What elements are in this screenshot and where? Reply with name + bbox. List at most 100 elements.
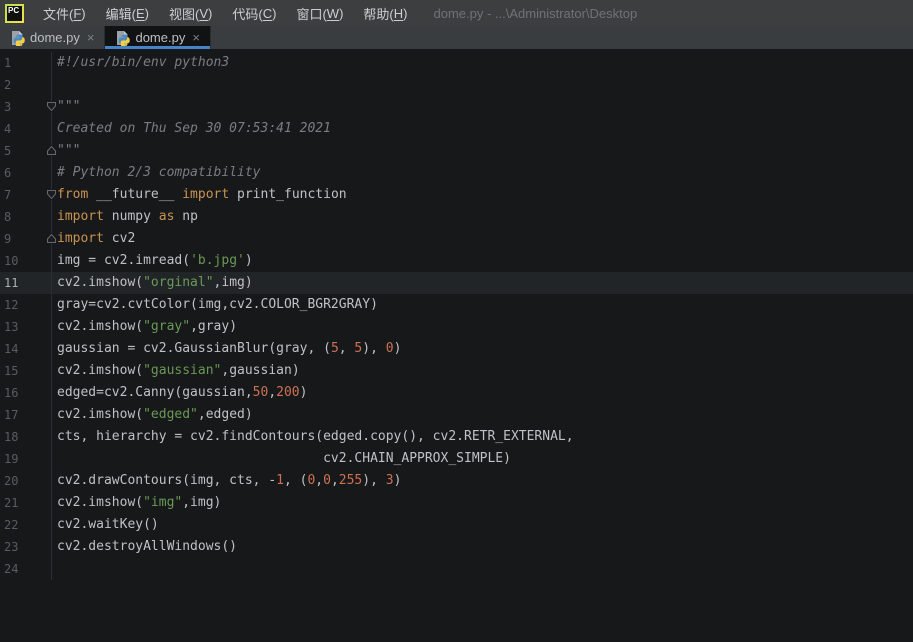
code-text-22: cv2.waitKey() [52,514,159,536]
code-text-18: cts, hierarchy = cv2.findContours(edged.… [52,426,574,448]
gutter-1[interactable]: 1 [0,52,52,74]
code-line-17[interactable]: 17 cv2.imshow("edged",edged) [0,404,913,426]
gutter-12[interactable]: 12 [0,294,52,316]
code-line-13[interactable]: 13cv2.imshow("gray",gray) [0,316,913,338]
line-number-18: 18 [0,430,18,444]
menu-file[interactable]: 文件(F) [33,0,96,26]
code-text-19: cv2.CHAIN_APPROX_SIMPLE) [52,448,511,470]
code-line-22[interactable]: 22cv2.waitKey() [0,514,913,536]
line-number-8: 8 [0,210,11,224]
gutter-6[interactable]: 6 [0,162,52,184]
gutter-10[interactable]: 10 [0,250,52,272]
tab-close-icon[interactable]: × [85,31,97,44]
code-line-19[interactable]: 19 cv2.CHAIN_APPROX_SIMPLE) [0,448,913,470]
code-line-9[interactable]: 9 import cv2 [0,228,913,250]
line-number-21: 21 [0,496,18,510]
pycharm-logo-text: PC [7,6,22,21]
line-number-1: 1 [0,56,11,70]
gutter-11[interactable]: 11 [0,272,52,294]
line-number-14: 14 [0,342,18,356]
gutter-9[interactable]: 9 [0,228,52,250]
gutter-7[interactable]: 7 [0,184,52,206]
code-text-11: cv2.imshow("orginal",img) [52,272,253,294]
line-number-24: 24 [0,562,18,576]
fold-end-icon[interactable] [46,233,57,244]
title-bar: PC 文件(F)编辑(E)视图(V)代码(C)窗口(W)帮助(H) dome.p… [0,0,913,26]
code-editor[interactable]: 1 #!/usr/bin/env python323 """4Created on… [0,49,913,642]
menu-help[interactable]: 帮助(H) [353,0,417,26]
code-line-21[interactable]: 21 cv2.imshow("img",img) [0,492,913,514]
code-line-1[interactable]: 1 #!/usr/bin/env python3 [0,52,913,74]
gutter-21[interactable]: 21 [0,492,52,514]
fold-start-icon[interactable] [46,101,57,112]
gutter-2[interactable]: 2 [0,74,52,96]
fold-end-icon[interactable] [46,145,57,156]
menu-view[interactable]: 视图(V) [159,0,222,26]
gutter-17[interactable]: 17 [0,404,52,426]
line-number-17: 17 [0,408,18,422]
line-number-5: 5 [0,144,11,158]
pycharm-logo-icon: PC [5,4,24,23]
gutter-23[interactable]: 23 [0,536,52,558]
code-line-12[interactable]: 12gray=cv2.cvtColor(img,cv2.COLOR_BGR2GR… [0,294,913,316]
editor-tab-2[interactable]: dome.py × [105,26,210,49]
code-text-21: cv2.imshow("img",img) [52,492,221,514]
gutter-4[interactable]: 4 [0,118,52,140]
code-text-15: cv2.imshow("gaussian",gaussian) [52,360,300,382]
line-number-3: 3 [0,100,11,114]
code-text-23: cv2.destroyAllWindows() [52,536,237,558]
gutter-18[interactable]: 18 [0,426,52,448]
gutter-16[interactable]: 16 [0,382,52,404]
gutter-15[interactable]: 15 [0,360,52,382]
gutter-20[interactable]: 20 [0,470,52,492]
code-line-2[interactable]: 2 [0,74,913,96]
menu-code[interactable]: 代码(C) [222,0,286,26]
menu-bar: 文件(F)编辑(E)视图(V)代码(C)窗口(W)帮助(H) [33,0,417,26]
code-line-7[interactable]: 7 from __future__ import print_function [0,184,913,206]
code-text-17: cv2.imshow("edged",edged) [52,404,253,426]
code-line-15[interactable]: 15 cv2.imshow("gaussian",gaussian) [0,360,913,382]
gutter-22[interactable]: 22 [0,514,52,536]
python-file-icon [9,30,25,46]
line-number-16: 16 [0,386,18,400]
editor-tab-bar: dome.py × dome.py × [0,26,913,49]
code-line-23[interactable]: 23cv2.destroyAllWindows() [0,536,913,558]
code-line-18[interactable]: 18 cts, hierarchy = cv2.findContours(edge… [0,426,913,448]
editor-tab-1[interactable]: dome.py × [0,26,105,49]
gutter-24[interactable]: 24 [0,558,52,580]
code-line-11[interactable]: 11 cv2.imshow("orginal",img) [0,272,913,294]
code-line-20[interactable]: 20cv2.drawContours(img, cts, -1, (0,0,25… [0,470,913,492]
python-file-icon [114,30,130,46]
code-line-24[interactable]: 24 [0,558,913,580]
code-line-8[interactable]: 8 import numpy as np [0,206,913,228]
code-line-5[interactable]: 5 """ [0,140,913,162]
gutter-14[interactable]: 14 [0,338,52,360]
code-line-6[interactable]: 6# Python 2/3 compatibility [0,162,913,184]
code-line-3[interactable]: 3 """ [0,96,913,118]
gutter-19[interactable]: 19 [0,448,52,470]
code-text-8: import numpy as np [52,206,198,228]
line-number-11: 11 [0,276,18,290]
tab-label: dome.py [135,30,185,45]
gutter-8[interactable]: 8 [0,206,52,228]
gutter-5[interactable]: 5 [0,140,52,162]
line-number-7: 7 [0,188,11,202]
fold-start-icon[interactable] [46,189,57,200]
line-number-10: 10 [0,254,18,268]
code-text-2 [52,74,57,96]
menu-window[interactable]: 窗口(W) [286,0,353,26]
code-line-16[interactable]: 16 edged=cv2.Canny(gaussian,50,200) [0,382,913,404]
gutter-3[interactable]: 3 [0,96,52,118]
menu-edit[interactable]: 编辑(E) [96,0,159,26]
code-text-20: cv2.drawContours(img, cts, -1, (0,0,255)… [52,470,401,492]
code-text-6: # Python 2/3 compatibility [52,162,261,184]
tab-close-icon[interactable]: × [190,31,202,44]
line-number-15: 15 [0,364,18,378]
code-line-14[interactable]: 14gaussian = cv2.GaussianBlur(gray, (5, … [0,338,913,360]
gutter-13[interactable]: 13 [0,316,52,338]
code-line-4[interactable]: 4Created on Thu Sep 30 07:53:41 2021 [0,118,913,140]
code-line-10[interactable]: 10img = cv2.imread('b.jpg') [0,250,913,272]
tab-label: dome.py [30,30,80,45]
code-text-1: #!/usr/bin/env python3 [52,52,229,74]
code-text-16: edged=cv2.Canny(gaussian,50,200) [52,382,307,404]
